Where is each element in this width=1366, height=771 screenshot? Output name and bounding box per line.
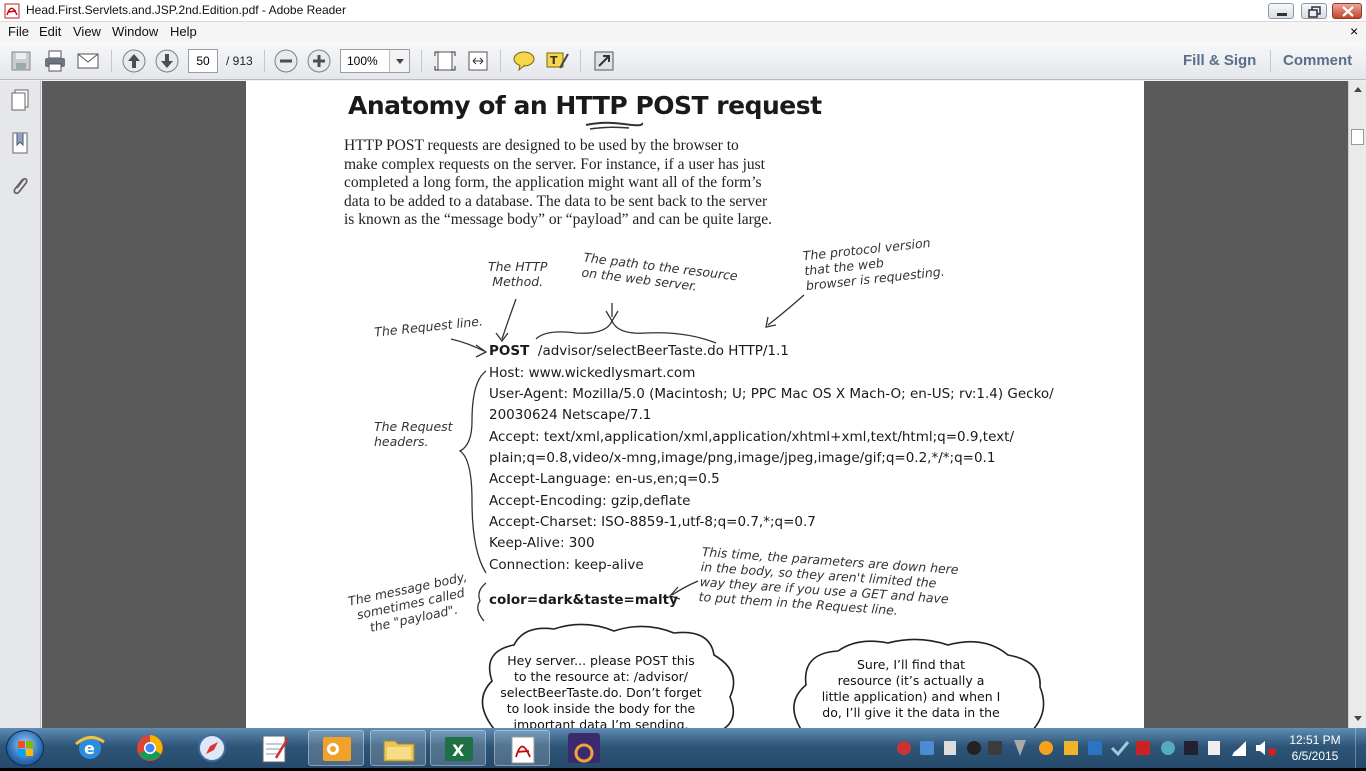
sticky-note-icon[interactable]: [511, 48, 537, 74]
email-icon[interactable]: [75, 48, 101, 74]
tray-icon-group: [897, 740, 1276, 757]
zoom-level-select[interactable]: 100%: [340, 49, 410, 73]
fit-page-icon[interactable]: [432, 48, 458, 74]
request-line: POST /advisor/selectBeerTaste.do HTTP/1.…: [489, 343, 789, 359]
toolbar: 50 / 913 100% T Fill & Sign Comment: [0, 42, 1366, 80]
vertical-scrollbar[interactable]: [1348, 81, 1366, 728]
clock[interactable]: 12:51 PM 6/5/2015: [1285, 732, 1345, 764]
page-number-input[interactable]: 50: [188, 49, 218, 73]
menu-view[interactable]: View: [73, 24, 101, 39]
clock-date: 6/5/2015: [1291, 749, 1339, 763]
http-method: POST: [489, 343, 530, 359]
taskbar: e X 12:51 PM 6/5/2015: [0, 728, 1366, 768]
scroll-up-icon[interactable]: [1353, 85, 1363, 93]
system-tray-icons[interactable]: [892, 736, 1282, 760]
chevron-down-icon[interactable]: [389, 50, 409, 72]
java-ee-ide-icon: [568, 733, 600, 763]
save-icon[interactable]: [8, 48, 34, 74]
taskbar-chrome[interactable]: [122, 730, 178, 766]
toolbar-separator: [1270, 50, 1271, 72]
document-view[interactable]: Anatomy of an HTTP POST request HTTP POS…: [42, 81, 1348, 728]
svg-text:X: X: [452, 741, 465, 760]
restore-button[interactable]: [1301, 3, 1327, 19]
server-bubble-text: Sure, I’ll find that resource (it’s actu…: [821, 657, 1001, 720]
zoom-in-icon[interactable]: [306, 48, 332, 74]
fill-sign-button[interactable]: Fill & Sign: [1183, 52, 1256, 69]
request-header: 20030624 Netscape/7.1: [489, 407, 652, 423]
comment-button[interactable]: Comment: [1283, 52, 1352, 69]
menu-help[interactable]: Help: [170, 24, 197, 39]
previous-page-icon[interactable]: [121, 48, 147, 74]
toolbar-separator: [580, 50, 581, 72]
request-header: Keep-Alive: 300: [489, 535, 595, 551]
taskbar-notepad[interactable]: [246, 730, 302, 766]
message-body: color=dark&taste=malty: [489, 592, 678, 608]
start-button[interactable]: [6, 730, 44, 766]
menu-file[interactable]: File: [8, 24, 29, 39]
print-icon[interactable]: [42, 48, 68, 74]
page-thumbnails-icon[interactable]: [8, 87, 32, 113]
window-title: Head.First.Servlets.and.JSP.2nd.Edition.…: [26, 3, 346, 17]
svg-text:e: e: [84, 739, 95, 758]
bookmarks-icon[interactable]: [8, 130, 32, 156]
taskbar-internet-explorer[interactable]: e: [62, 730, 118, 766]
excel-icon: X: [445, 737, 473, 761]
taskbar-java-ee-ide[interactable]: [556, 730, 612, 766]
adobe-reader-icon: [511, 736, 535, 764]
scrollbar-thumb[interactable]: [1351, 129, 1364, 145]
request-header: User-Agent: Mozilla/5.0 (Macintosh; U; P…: [489, 386, 1054, 402]
highlight-text-icon[interactable]: T: [544, 48, 570, 74]
chrome-icon: [137, 735, 163, 761]
folder-icon: [383, 740, 415, 762]
request-header: Accept: text/xml,application/xml,applica…: [489, 429, 1014, 445]
request-header: Accept-Language: en-us,en;q=0.5: [489, 471, 720, 487]
title-bar: Head.First.Servlets.and.JSP.2nd.Edition.…: [0, 0, 1366, 22]
menu-edit[interactable]: Edit: [39, 24, 61, 39]
attachments-icon[interactable]: [8, 173, 32, 199]
fit-width-icon[interactable]: [465, 48, 491, 74]
navigation-pane: [0, 81, 41, 728]
outlook-icon: [323, 737, 351, 761]
taskbar-adobe-reader[interactable]: [494, 730, 550, 766]
toolbar-separator: [111, 50, 112, 72]
internet-explorer-icon: e: [75, 736, 105, 759]
clock-time: 12:51 PM: [1289, 733, 1341, 747]
safari-icon: [198, 734, 226, 762]
minimize-button[interactable]: [1268, 3, 1294, 19]
page-total: / 913: [226, 54, 253, 68]
close-document-button[interactable]: ×: [1350, 23, 1358, 39]
svg-text:T: T: [550, 54, 558, 67]
notepad-icon: [262, 735, 290, 763]
taskbar-excel[interactable]: X: [430, 730, 486, 766]
request-header: Accept-Encoding: gzip,deflate: [489, 493, 691, 509]
menu-bar: File Edit View Window Help ×: [0, 22, 1366, 42]
taskbar-safari[interactable]: [184, 730, 240, 766]
show-desktop-button[interactable]: [1355, 728, 1366, 768]
pdf-page: Anatomy of an HTTP POST request HTTP POS…: [246, 81, 1144, 728]
zoom-out-icon[interactable]: [273, 48, 299, 74]
taskbar-outlook[interactable]: [308, 730, 364, 766]
request-header: plain;q=0.8,video/x-mng,image/png,image/…: [489, 450, 996, 466]
request-header: Host: www.wickedlysmart.com: [489, 365, 696, 381]
adobe-reader-icon: [4, 3, 20, 19]
menu-window[interactable]: Window: [112, 24, 158, 39]
windows-logo-icon: [18, 741, 33, 756]
toolbar-separator: [264, 50, 265, 72]
scroll-down-icon[interactable]: [1353, 715, 1363, 723]
next-page-icon[interactable]: [154, 48, 180, 74]
adobe-reader-window: Head.First.Servlets.and.JSP.2nd.Edition.…: [0, 0, 1366, 728]
toolbar-separator: [500, 50, 501, 72]
toolbar-separator: [421, 50, 422, 72]
client-bubble-text: Hey server... please POST this to the re…: [500, 653, 702, 728]
taskbar-file-explorer[interactable]: [370, 730, 426, 766]
request-header: Accept-Charset: ISO-8859-1,utf-8;q=0.7,*…: [489, 514, 816, 530]
full-screen-icon[interactable]: [591, 48, 617, 74]
close-window-button[interactable]: [1332, 3, 1362, 19]
zoom-level-value: 100%: [347, 54, 378, 68]
request-path-version: /advisor/selectBeerTaste.do HTTP/1.1: [537, 343, 789, 359]
request-header: Connection: keep-alive: [489, 557, 644, 573]
